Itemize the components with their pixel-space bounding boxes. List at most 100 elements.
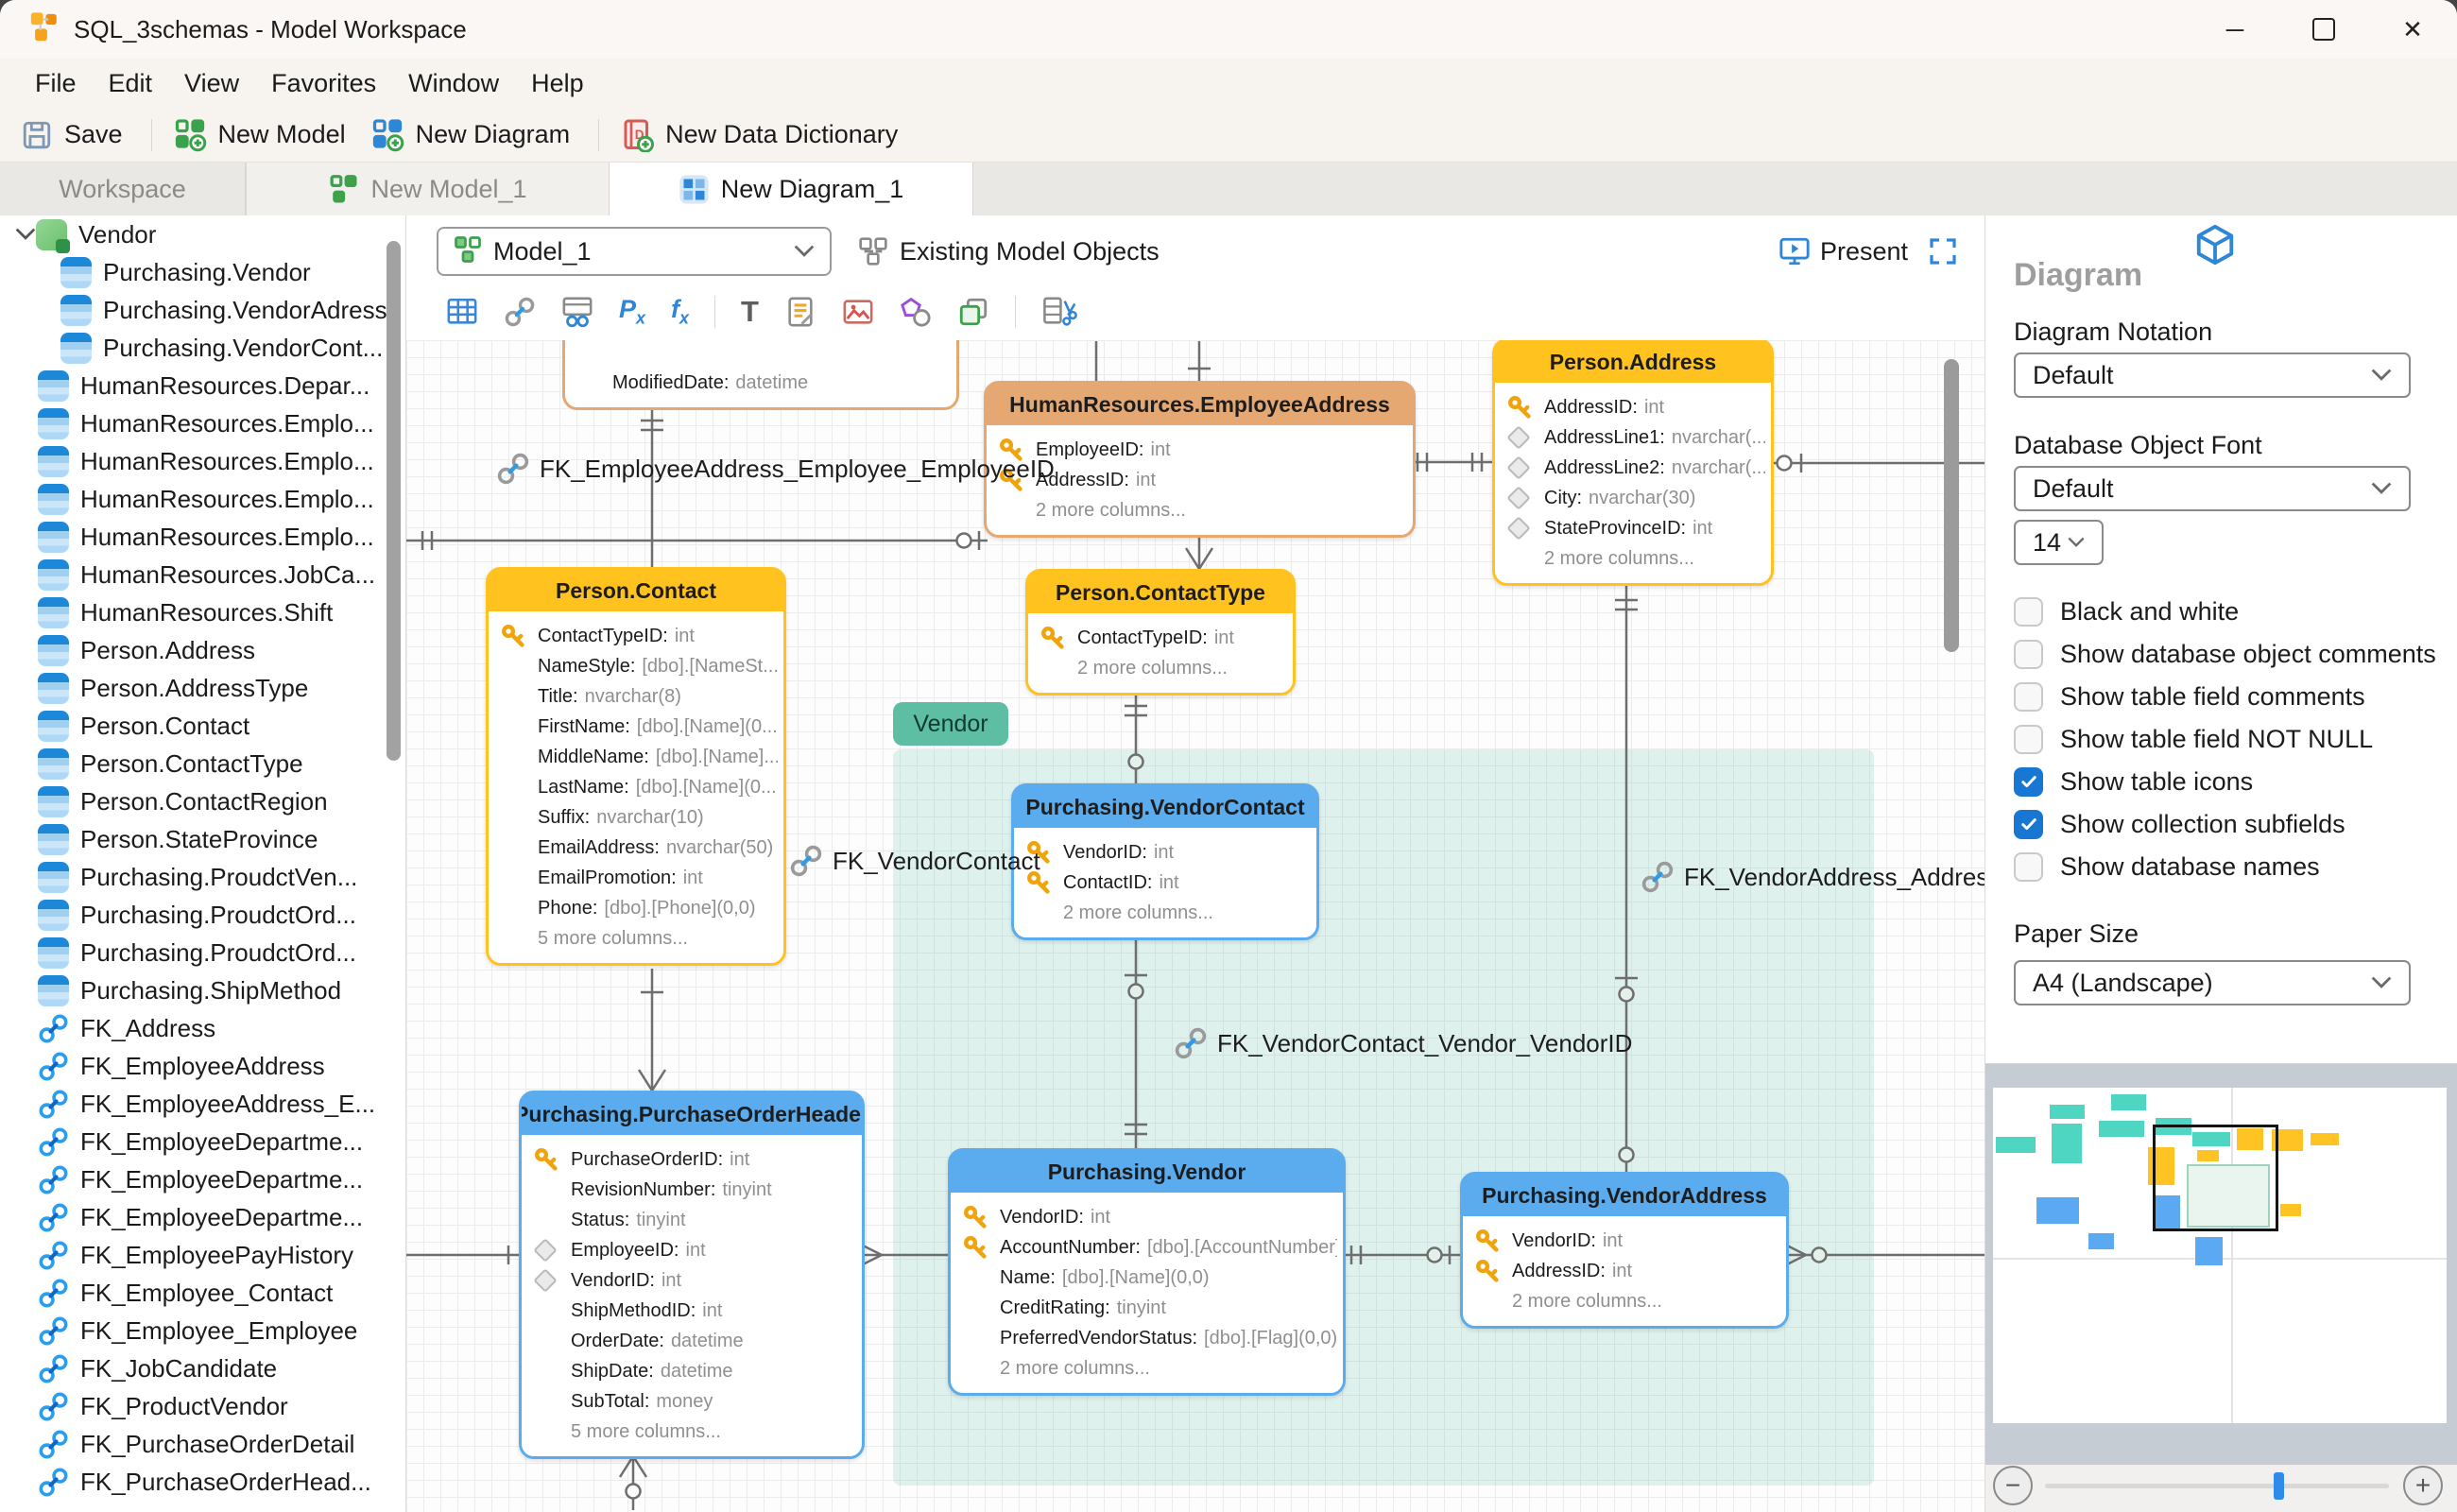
menu-item-view[interactable]: View xyxy=(168,69,255,98)
sidebar-item-person-contacttype[interactable]: Person.ContactType xyxy=(0,745,405,782)
duplicate-tool-icon[interactable] xyxy=(957,296,989,328)
menu-item-window[interactable]: Window xyxy=(392,69,515,98)
more-columns-note[interactable]: 2 more columns... xyxy=(1040,653,1287,683)
checkbox-show-database-object-comments[interactable]: Show database object comments xyxy=(2014,636,2436,672)
sidebar-item-fk-employeedepartme[interactable]: FK_EmployeeDepartme... xyxy=(0,1160,405,1198)
note-tool-icon[interactable] xyxy=(784,296,816,328)
menu-item-favorites[interactable]: Favorites xyxy=(255,69,392,98)
entity-person-address[interactable]: Person.Address AddressID: int AddressLine1:… xyxy=(1492,340,1774,586)
sidebar-item-fk-purchaseorderhead[interactable]: FK_PurchaseOrderHead... xyxy=(0,1463,405,1501)
zoom-in-button[interactable]: + xyxy=(2403,1466,2443,1505)
tab-workspace[interactable]: Workspace xyxy=(0,163,246,215)
sidebar-item-fk-productvendor[interactable]: FK_ProductVendor xyxy=(0,1387,405,1425)
new-fk-table-icon[interactable] xyxy=(561,296,593,328)
db-object-font-select[interactable]: Default xyxy=(2014,466,2411,511)
checkbox-show-table-field-comments[interactable]: Show table field comments xyxy=(2014,679,2365,714)
entity-vendor-contact[interactable]: Purchasing.VendorContact VendorID: int Cont… xyxy=(1011,783,1319,940)
font-size-select[interactable]: 14 xyxy=(2014,520,2104,565)
minimap-page[interactable] xyxy=(1993,1088,2447,1423)
primary-key-tool-icon[interactable]: Px xyxy=(619,295,645,328)
sidebar-item-person-contact[interactable]: Person.Contact xyxy=(0,707,405,745)
vendor-group-label[interactable]: Vendor xyxy=(893,702,1008,746)
save-button[interactable]: Save xyxy=(21,119,123,151)
sidebar-item-purchasing-proudctven[interactable]: Purchasing.ProudctVen... xyxy=(0,858,405,896)
sidebar-item-humanresources-depar[interactable]: HumanResources.Depar... xyxy=(0,367,405,404)
checkbox-black-and-white[interactable]: Black and white xyxy=(2014,593,2239,629)
canvas-scrollbar[interactable] xyxy=(1944,359,1959,652)
sidebar-item-humanresources-jobca[interactable]: HumanResources.JobCa... xyxy=(0,556,405,593)
relationship-label-fk-vendor-contact[interactable]: FK_VendorContact xyxy=(789,844,1040,878)
image-tool-icon[interactable] xyxy=(842,296,874,328)
auto-layout-icon[interactable] xyxy=(1041,296,1077,328)
fullscreen-button[interactable] xyxy=(1928,236,1958,271)
sidebar-item-person-stateprovince[interactable]: Person.StateProvince xyxy=(0,820,405,858)
checkbox-box[interactable] xyxy=(2014,639,2043,669)
sidebar-item-purchasing-vendor[interactable]: Purchasing.Vendor xyxy=(0,253,405,291)
checkbox-show-table-field-not-null[interactable]: Show table field NOT NULL xyxy=(2014,721,2373,757)
sidebar-item-fk-employeedepartme[interactable]: FK_EmployeeDepartme... xyxy=(0,1123,405,1160)
more-columns-note[interactable]: 2 more columns... xyxy=(1506,543,1765,574)
checkbox-show-database-names[interactable]: Show database names xyxy=(2014,849,2320,885)
relationship-label-fk-vendor-address-address[interactable]: FK_VendorAddress_Address_ xyxy=(1641,860,1984,894)
sidebar-item-person-contactregion[interactable]: Person.ContactRegion xyxy=(0,782,405,820)
checkbox-show-table-icons[interactable]: Show table icons xyxy=(2014,764,2253,799)
minimap-viewport[interactable] xyxy=(2153,1125,2278,1231)
maximize-button[interactable] xyxy=(2279,0,2368,59)
sidebar-item-person-address[interactable]: Person.Address xyxy=(0,631,405,669)
sidebar-scrollbar[interactable] xyxy=(387,241,401,761)
sidebar-item-fk-purchaseorderdetail[interactable]: FK_PurchaseOrderDetail xyxy=(0,1425,405,1463)
sidebar-item-fk-employee-contact[interactable]: FK_Employee_Contact xyxy=(0,1274,405,1312)
tab-new-model-1[interactable]: New Model_1 xyxy=(246,163,610,215)
entity-person-contact[interactable]: Person.Contact ContactTypeID: int NameStyle… xyxy=(486,567,786,966)
entity-employee-partial[interactable]: ModifiedDate: datetime xyxy=(562,340,959,410)
menu-item-edit[interactable]: Edit xyxy=(93,69,169,98)
sidebar-item-fk-employeepayhistory[interactable]: FK_EmployeePayHistory xyxy=(0,1236,405,1274)
entity-purchase-order-header[interactable]: Purchasing.PurchaseOrderHeader PurchaseOr… xyxy=(519,1091,865,1459)
entity-vendor[interactable]: Purchasing.Vendor VendorID: int AccountNumb… xyxy=(948,1148,1346,1396)
diagram-notation-select[interactable]: Default xyxy=(2014,352,2411,398)
new-table-icon[interactable] xyxy=(446,296,478,328)
sidebar-item-purchasing-vendorcont[interactable]: Purchasing.VendorCont... xyxy=(0,329,405,367)
menu-item-help[interactable]: Help xyxy=(515,69,600,98)
checkbox-show-collection-subfields[interactable]: Show collection subfields xyxy=(2014,806,2345,842)
more-columns-note[interactable]: 2 more columns... xyxy=(1474,1286,1780,1316)
sidebar-item-humanresources-emplo[interactable]: HumanResources.Emplo... xyxy=(0,404,405,442)
more-columns-note[interactable]: 2 more columns... xyxy=(1025,898,1311,928)
entity-person-contacttype[interactable]: Person.ContactType ContactTypeID: int 2 mor… xyxy=(1025,569,1296,696)
more-columns-note[interactable]: 2 more columns... xyxy=(998,495,1407,525)
sidebar-item-purchasing-vendoradress[interactable]: Purchasing.VendorAdress xyxy=(0,291,405,329)
entity-vendor-address[interactable]: Purchasing.VendorAddress VendorID: int Addr… xyxy=(1460,1172,1789,1329)
sidebar-item-purchasing-proudctord[interactable]: Purchasing.ProudctOrd... xyxy=(0,934,405,971)
sidebar-item-humanresources-emplo[interactable]: HumanResources.Emplo... xyxy=(0,480,405,518)
zoom-out-button[interactable]: − xyxy=(1993,1466,2033,1505)
sidebar-item-fk-employeeaddress-e[interactable]: FK_EmployeeAddress_E... xyxy=(0,1085,405,1123)
sidebar-item-fk-jobcandidate[interactable]: FK_JobCandidate xyxy=(0,1349,405,1387)
new-model-button[interactable]: New Model xyxy=(173,118,346,152)
existing-model-objects-button[interactable]: Existing Model Objects xyxy=(858,227,1160,276)
sidebar-item-fk-address[interactable]: FK_Address xyxy=(0,1009,405,1047)
checkbox-box[interactable] xyxy=(2014,596,2043,627)
sidebar-item-fk-employeeaddress[interactable]: FK_EmployeeAddress xyxy=(0,1047,405,1085)
checkbox-box[interactable] xyxy=(2014,724,2043,754)
minimap[interactable] xyxy=(1985,1063,2457,1466)
model-selector-dropdown[interactable]: Model_1 xyxy=(437,227,832,276)
expander-chevron-icon[interactable] xyxy=(15,228,36,241)
diagram-canvas[interactable]: Vendor ModifiedDate: datetime HumanResou… xyxy=(406,340,1984,1512)
sidebar-item-fk-employeedepartme[interactable]: FK_EmployeeDepartme... xyxy=(0,1198,405,1236)
relationship-label-fk-vendor-contact-vendor[interactable]: FK_VendorContact_Vendor_VendorID xyxy=(1174,1026,1632,1060)
sidebar-item-purchasing-proudctord[interactable]: Purchasing.ProudctOrd... xyxy=(0,896,405,934)
shape-tool-icon[interactable] xyxy=(900,296,932,328)
checkbox-box[interactable] xyxy=(2014,681,2043,712)
tab-new-diagram-1[interactable]: New Diagram_1 xyxy=(610,163,973,215)
more-columns-note[interactable]: 5 more columns... xyxy=(500,923,778,954)
checkbox-box[interactable] xyxy=(2014,809,2043,839)
sidebar-item-vendor[interactable]: Vendor xyxy=(0,215,405,253)
sidebar-item-person-addresstype[interactable]: Person.AddressType xyxy=(0,669,405,707)
more-columns-note[interactable]: 5 more columns... xyxy=(533,1417,856,1447)
relationship-label-fk-employee-address-employee[interactable]: FK_EmployeeAddress_Employee_EmployeeID xyxy=(496,452,1055,486)
sidebar-item-humanresources-emplo[interactable]: HumanResources.Emplo... xyxy=(0,518,405,556)
new-diagram-button[interactable]: New Diagram xyxy=(370,118,570,152)
minimize-button[interactable]: ─ xyxy=(2191,0,2279,59)
sidebar-item-purchasing-shipmethod[interactable]: Purchasing.ShipMethod xyxy=(0,971,405,1009)
more-columns-note[interactable]: 2 more columns... xyxy=(962,1353,1337,1383)
